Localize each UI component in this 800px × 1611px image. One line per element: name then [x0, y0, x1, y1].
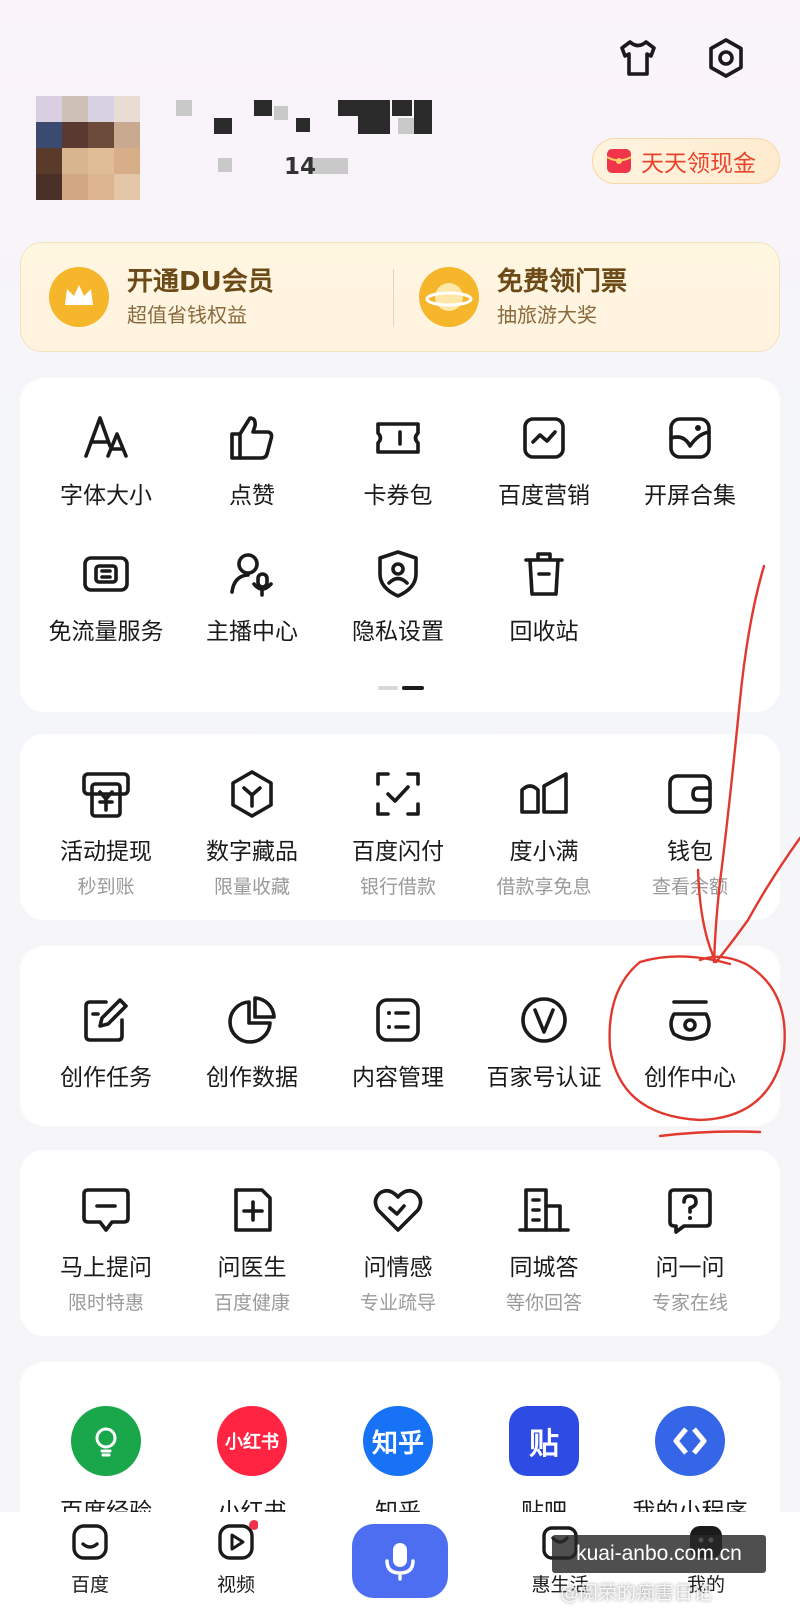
data-free-icon [83, 556, 129, 592]
app-tieba[interactable]: 贴 贴吧 [474, 1406, 614, 1526]
finance-card: 活动提现 秒到账 数字藏品 限量收藏 百度闪付 银行借款 度小满 借款享免息 钱… [20, 734, 780, 920]
creator-center[interactable]: 创作中心 [620, 990, 760, 1092]
privacy-shield-icon [378, 550, 418, 598]
creator-baijiahao-verify[interactable]: 百家号认证 [474, 990, 614, 1092]
tool-data-free[interactable]: 免流量服务 [36, 544, 176, 646]
creator-data[interactable]: 创作数据 [182, 990, 322, 1092]
tool-font-size[interactable]: 字体大小 [36, 408, 176, 510]
vip-banner: 开通DU会员 超值省钱权益 免费领门票 抽旅游大奖 [20, 242, 780, 352]
creator-center-icon [669, 1000, 711, 1041]
hexagon-collectible-icon [231, 770, 273, 818]
creator-card: 创作任务 创作数据 内容管理 百家号认证 创作中心 [20, 946, 780, 1126]
finance-cash-out[interactable]: 活动提现 秒到账 [36, 764, 176, 899]
creator-content-management[interactable]: 内容管理 [328, 990, 468, 1092]
microphone-icon [385, 1543, 415, 1581]
tool-recycle-bin[interactable]: 回收站 [474, 544, 614, 646]
qa-local-answers[interactable]: 同城答 等你回答 [474, 1180, 614, 1315]
anchor-icon [230, 553, 273, 597]
daily-cash-button[interactable]: 天天领现金 [592, 138, 780, 184]
app-zhihu[interactable]: 知乎 知乎 [328, 1406, 468, 1526]
tool-coupons[interactable]: 卡券包 [328, 408, 468, 510]
trash-icon [524, 552, 564, 596]
tab-video[interactable]: 视频 [186, 1520, 286, 1597]
avatar[interactable] [36, 96, 140, 200]
tab-baidu[interactable]: 百度 [40, 1520, 140, 1597]
medical-plus-icon [234, 1188, 272, 1232]
marketing-icon [523, 417, 565, 459]
crown-icon [49, 267, 109, 327]
daily-cash-label: 天天领现金 [641, 151, 756, 177]
du-xiaoman-icon [520, 772, 568, 814]
finance-digital-collectibles[interactable]: 数字藏品 限量收藏 [182, 764, 322, 899]
finance-du-xiaoman[interactable]: 度小满 借款享免息 [474, 764, 614, 899]
baidu-home-icon [72, 1524, 108, 1560]
miniprogram-logo-icon [655, 1406, 725, 1476]
watermark-author: @阅荣的痴害日记 [560, 1582, 713, 1604]
xiaohongshu-logo-icon: 小红书 [217, 1406, 287, 1476]
watermark-url: kuai-anbo.com.cn [552, 1535, 766, 1573]
tool-privacy[interactable]: 隐私设置 [328, 544, 468, 646]
splash-icon [669, 417, 711, 459]
tool-anchor-center[interactable]: 主播中心 [182, 544, 322, 646]
finance-baidu-pay[interactable]: 百度闪付 银行借款 [328, 764, 468, 899]
ticket-title: 免费领门票 [497, 267, 628, 297]
settings-icon[interactable] [702, 34, 750, 82]
thumbs-up-icon [230, 416, 274, 460]
app-baidu-jingyan[interactable]: 百度经验 [36, 1406, 176, 1526]
content-list-icon [376, 998, 420, 1042]
tool-likes[interactable]: 点赞 [182, 408, 322, 510]
tool-splash-collection[interactable]: 开屏合集 [620, 408, 760, 510]
page-indicator-dot [378, 686, 398, 690]
font-size-icon [84, 416, 128, 458]
ask-bubble-icon [82, 1188, 130, 1232]
ticket-subtitle: 抽旅游大奖 [497, 303, 597, 327]
qa-ask-expert[interactable]: 问一问 专家在线 [620, 1180, 760, 1315]
cash-withdraw-icon [82, 772, 130, 818]
qa-ask-now[interactable]: 马上提问 限时特惠 [36, 1180, 176, 1315]
qa-ask-doctor[interactable]: 问医生 百度健康 [182, 1180, 322, 1315]
building-icon [518, 1188, 570, 1232]
scan-pay-icon [376, 772, 420, 816]
pie-chart-icon [228, 996, 276, 1044]
red-envelope-icon [606, 149, 632, 173]
verified-v-icon [521, 997, 567, 1043]
page-indicator-active [402, 686, 424, 690]
wallet-icon [668, 774, 712, 814]
ticket-icon [376, 422, 420, 454]
qa-ask-emotion[interactable]: 问情感 专业疏导 [328, 1180, 468, 1315]
user-id: 14 [284, 154, 317, 180]
question-bubble-icon [668, 1188, 712, 1234]
bulb-logo-icon [71, 1406, 141, 1476]
planet-icon [419, 267, 479, 327]
vip-title: 开通DU会员 [127, 267, 274, 297]
zhihu-logo-icon: 知乎 [363, 1406, 433, 1476]
heart-icon [373, 1188, 423, 1232]
app-my-miniprograms[interactable]: 我的小程序 [620, 1406, 760, 1526]
tieba-logo-icon: 贴 [509, 1406, 579, 1476]
vip-subtitle: 超值省钱权益 [127, 303, 247, 327]
tool-baidu-marketing[interactable]: 百度营销 [474, 408, 614, 510]
qa-card: 马上提问 限时特惠 问医生 百度健康 问情感 专业疏导 同城答 等你回答 问一问… [20, 1150, 780, 1336]
app-xiaohongshu[interactable]: 小红书 小红书 [182, 1406, 322, 1526]
tools-card: 字体大小 点赞 卡券包 百度营销 开屏合集 免流量服务 主播中心 隐私设置 回收… [20, 378, 780, 712]
edit-task-icon [84, 998, 128, 1042]
finance-wallet[interactable]: 钱包 查看余额 [620, 764, 760, 899]
voice-search-button[interactable] [352, 1524, 448, 1598]
creator-tasks[interactable]: 创作任务 [36, 990, 176, 1092]
shirt-icon[interactable] [614, 34, 662, 82]
divider [393, 269, 394, 327]
video-play-icon [218, 1520, 259, 1560]
